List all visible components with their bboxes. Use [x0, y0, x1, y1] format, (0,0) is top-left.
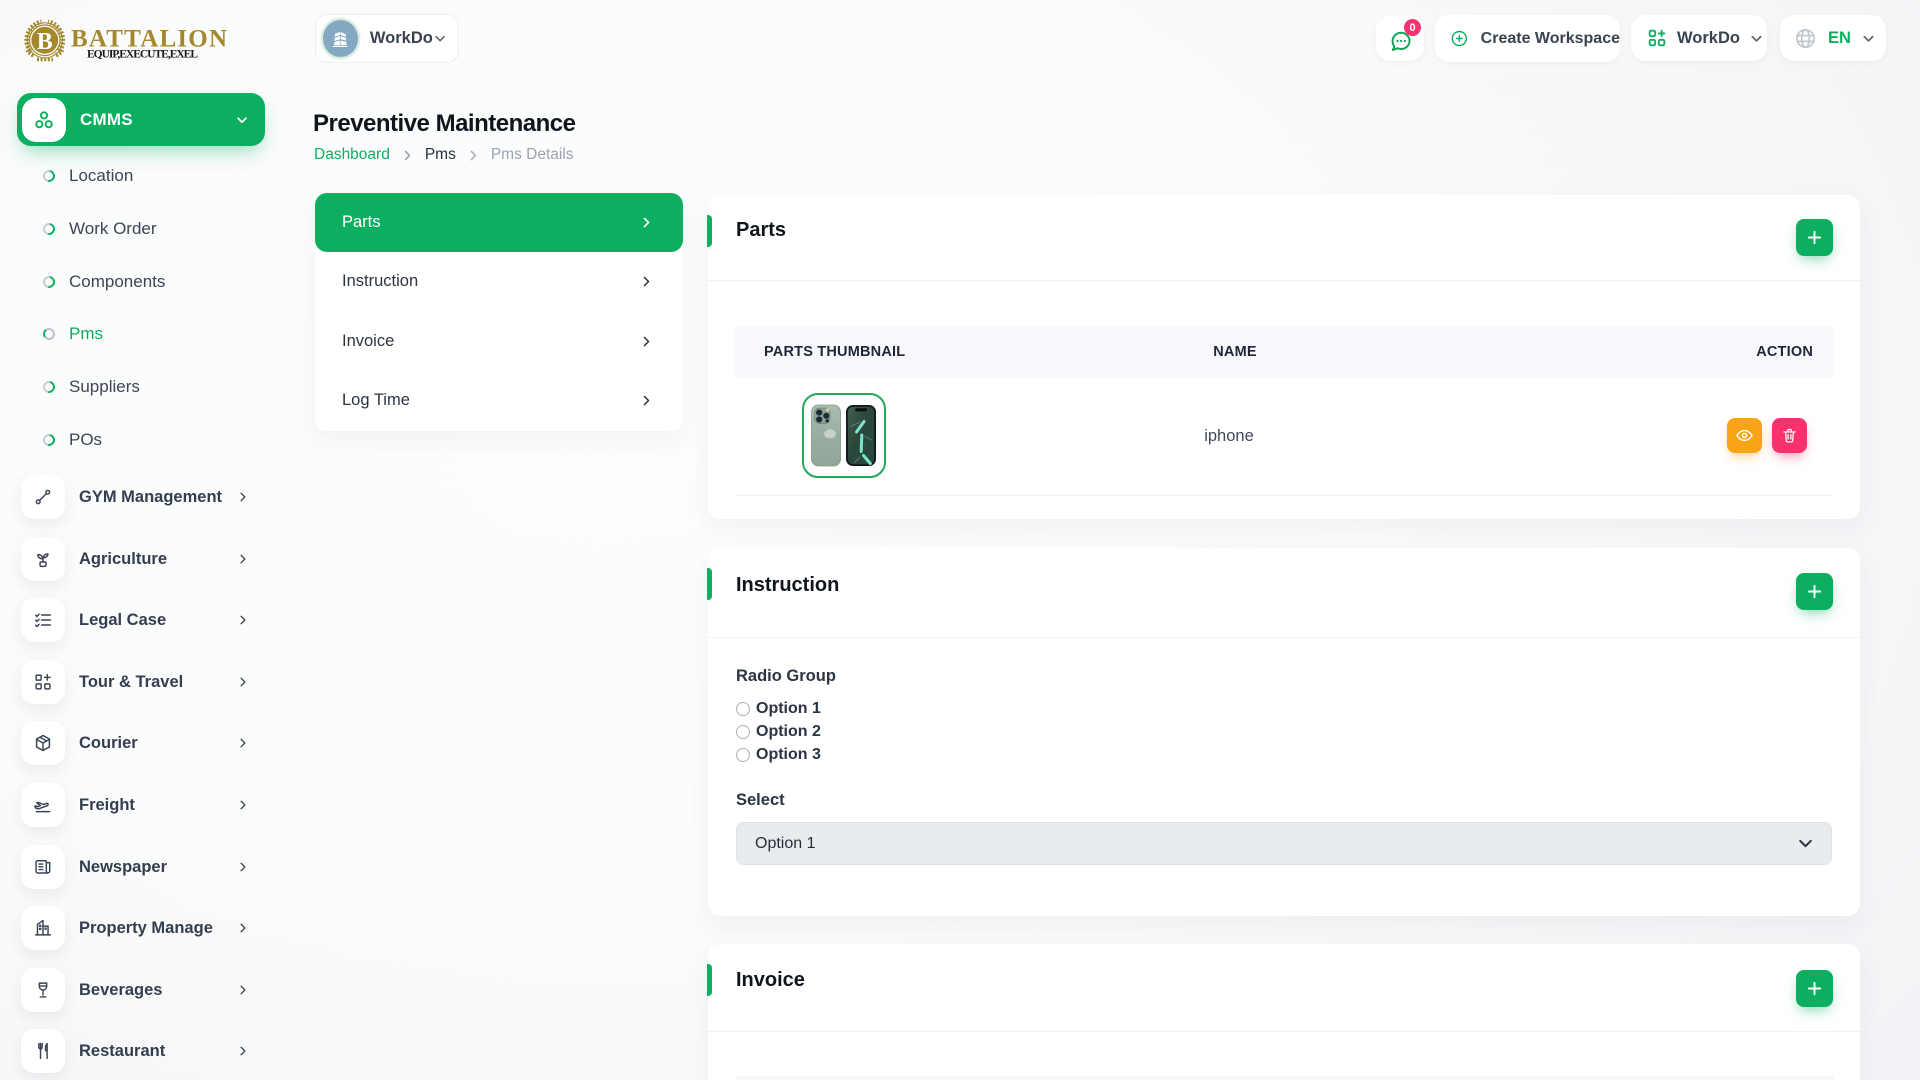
- svg-text:EQUIP,EXECUTE,EXEL: EQUIP,EXECUTE,EXEL: [87, 49, 198, 61]
- svg-text:B: B: [37, 29, 53, 55]
